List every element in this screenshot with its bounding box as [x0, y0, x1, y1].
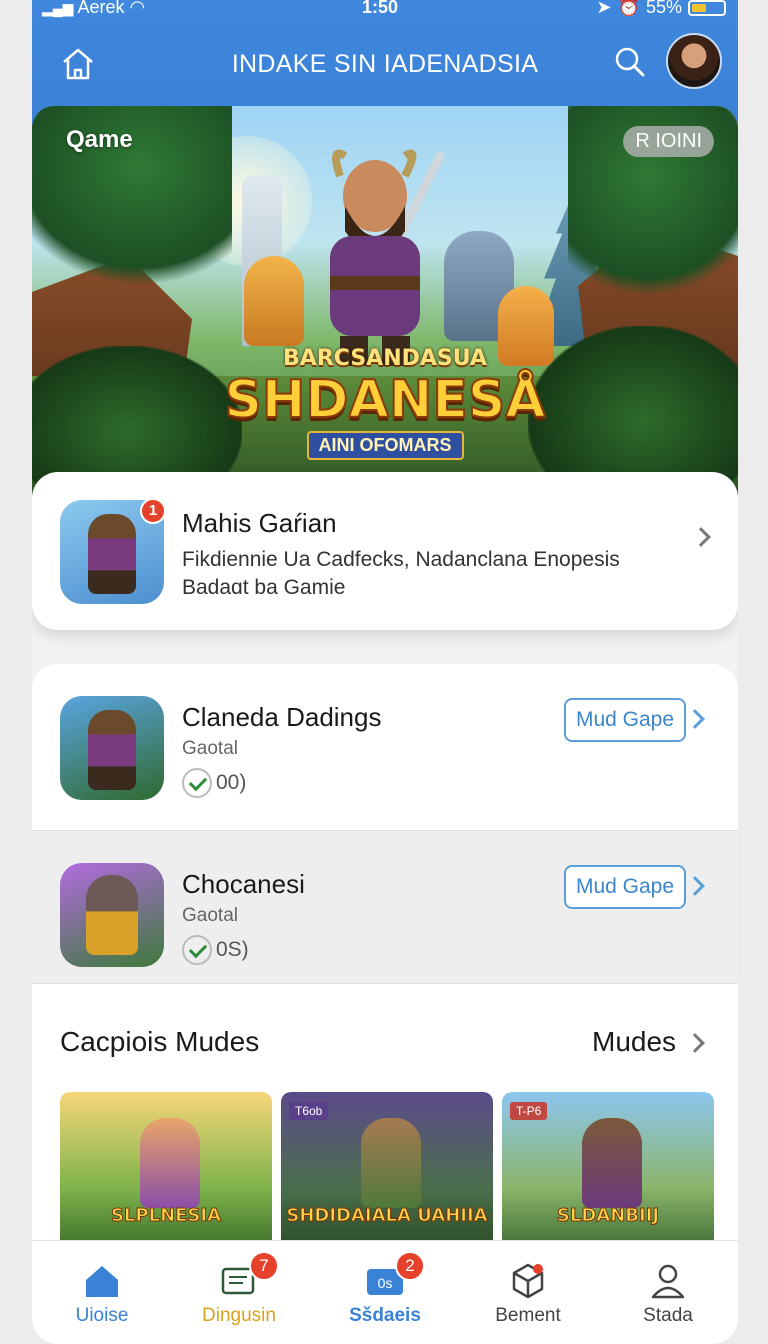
thumbnail-title: SHDIDAIALA UAHIIA — [286, 1205, 488, 1227]
status-right: ➤ ⏰ 55% — [596, 0, 726, 18]
battery-icon — [688, 0, 726, 16]
warrior-icon — [88, 710, 136, 790]
game-logo: BARCSANDASUA SHDANESÅ AINI OFOMARS — [32, 346, 738, 460]
list-item-rating: 0S) — [182, 935, 249, 965]
rating-value: 00) — [216, 771, 247, 794]
logo-main-text: SHDANESÅ — [223, 370, 546, 430]
nav-badge: 7 — [249, 1251, 279, 1281]
warrior-illustration — [582, 1118, 642, 1208]
logo-sub-text: AINI OFOMARS — [306, 431, 464, 460]
chevron-right-icon[interactable] — [691, 527, 711, 547]
get-game-button[interactable]: Mud Gape — [564, 698, 686, 742]
list-item[interactable]: Claneda Dadings Gaotal 00) Mud Gape — [32, 664, 738, 818]
cat-icon — [86, 875, 138, 955]
game-thumbnail[interactable]: T6ob SHDIDAIALA UAHIIA — [281, 1092, 493, 1252]
chevron-right-icon[interactable] — [685, 709, 705, 729]
location-icon: ➤ — [596, 0, 612, 17]
nav-item-games[interactable]: 0s 2 Sšdaeis — [315, 1241, 455, 1344]
cat-character-orange — [244, 256, 304, 346]
game-icon — [60, 696, 164, 800]
girl-character-illustration — [140, 1118, 200, 1208]
list-item-rating: 00) — [182, 768, 246, 798]
home-icon — [86, 1266, 118, 1297]
hero-badge: R IOINI — [623, 126, 714, 157]
svg-text:0s: 0s — [378, 1275, 393, 1291]
app-frame: ▂▄▆ Aerek ◠ 1:50 ➤ ⏰ 55% INDAKE SIN IADE… — [32, 0, 738, 1344]
signal-icon: ▂▄▆ — [42, 0, 74, 16]
nav-item-messages[interactable]: 7 Dingusin — [169, 1241, 309, 1344]
clock: 1:50 — [362, 0, 399, 17]
chevron-right-icon[interactable] — [685, 1033, 705, 1053]
thumbnail-title: SLPLNESIA — [110, 1205, 222, 1227]
list-item-subtitle: Gaotal — [182, 738, 238, 759]
nav-item-bement[interactable]: Bement — [458, 1241, 598, 1344]
nav-label: Dingusin — [202, 1305, 276, 1326]
search-icon[interactable] — [612, 44, 648, 80]
game-list-card: Claneda Dadings Gaotal 00) Mud Gape Choc… — [32, 664, 738, 1304]
nav-badge: 2 — [395, 1251, 425, 1281]
featured-description: Fikdiennie Ua Cadfecks, Nadanclana Enope… — [182, 548, 620, 599]
bottom-nav: Uioise 7 Dingusin 0s 2 Sšdaeis Bement St… — [32, 1240, 738, 1344]
list-item-subtitle: Gaotal — [182, 905, 238, 926]
check-circle-icon — [182, 935, 212, 965]
nav-label: Stada — [643, 1305, 693, 1326]
thumbnail-tag: T-P6 — [510, 1102, 548, 1120]
cube-icon — [512, 1263, 544, 1299]
avatar[interactable] — [666, 33, 722, 89]
status-bar: ▂▄▆ Aerek ◠ 1:50 ➤ ⏰ 55% — [32, 0, 738, 22]
thumbnail-tag: T6ob — [289, 1102, 329, 1120]
hero-category-label: Qame — [66, 126, 133, 153]
nav-item-profile[interactable]: Stada — [598, 1241, 738, 1344]
cat-warrior-illustration — [361, 1118, 421, 1208]
list-item-name: Claneda Dadings — [182, 702, 382, 732]
battery-percent: 55% — [645, 0, 682, 17]
game-thumbnail[interactable]: SLPLNESIA — [60, 1092, 272, 1252]
get-game-button[interactable]: Mud Gape — [564, 865, 686, 909]
wifi-icon: ◠ — [129, 0, 146, 17]
nav-label: Sšdaeis — [349, 1305, 421, 1326]
featured-game-card[interactable]: 1 Mahis Gaŕian Fikdiennie Ua Cadfecks, N… — [32, 472, 738, 630]
alarm-icon: ⏰ — [617, 0, 640, 17]
game-icon — [60, 863, 164, 967]
nav-item-home[interactable]: Uioise — [32, 1241, 172, 1344]
game-thumbnail[interactable]: T-P6 SLDANBIIJ — [502, 1092, 714, 1252]
carrier-label: ▂▄▆ Aerek ◠ — [42, 0, 145, 18]
user-icon — [651, 1264, 685, 1299]
warrior-character-illustration — [330, 149, 445, 366]
check-circle-icon — [182, 768, 212, 798]
list-item[interactable]: Chocanesi Gaotal 0S) Mud Gape — [32, 830, 738, 984]
warrior-icon — [88, 514, 136, 594]
carrier-name: Aerek — [77, 0, 125, 17]
hero-banner[interactable]: Qame R IOINI BARCSANDASUA SHDANESÅ AINI … — [32, 106, 738, 496]
section-more-link[interactable]: Mudes — [592, 1026, 676, 1058]
nav-label: Uioise — [75, 1305, 129, 1326]
chevron-right-icon[interactable] — [685, 876, 705, 896]
notification-badge: 1 — [140, 498, 166, 524]
rating-value: 0S) — [216, 938, 249, 961]
logo-top-text: BARCSANDASUA — [283, 346, 487, 371]
featured-title: Mahis Gaŕian — [182, 508, 337, 538]
thumbnail-title: SLDANBIIJ — [556, 1205, 660, 1227]
section-title: Cacpiois Mudes — [60, 1026, 260, 1057]
nav-label: Bement — [495, 1305, 561, 1326]
list-item-name: Chocanesi — [182, 869, 305, 899]
